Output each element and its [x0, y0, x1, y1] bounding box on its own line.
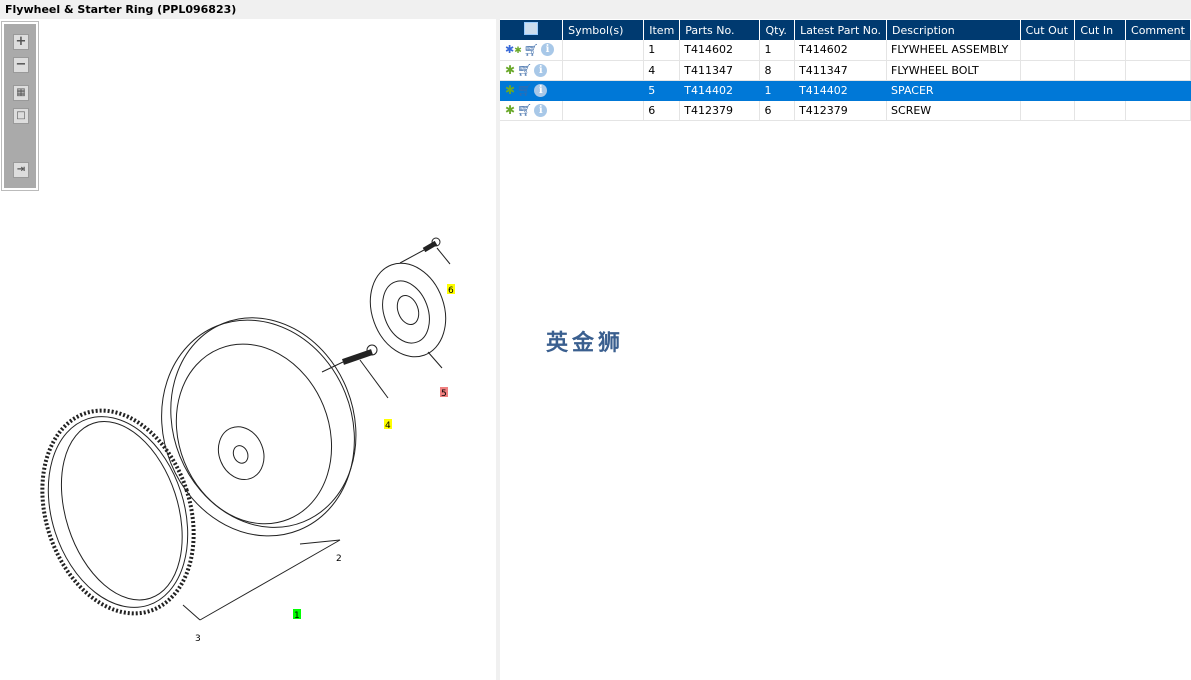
cell-parts-no: T411347 — [679, 60, 761, 81]
cell-cut-out — [1020, 40, 1076, 61]
gear-icon[interactable]: ✱ — [505, 103, 515, 117]
diagram-panel: + − ▦ □ ⇥ 1 2 3 4 5 6 — [0, 19, 496, 680]
cell-latest-part: T411347 — [794, 60, 888, 81]
cell-cut-in — [1074, 100, 1127, 121]
cart-icon[interactable]: 🛒︎ — [517, 103, 532, 117]
header-parts-no[interactable]: Parts No. — [679, 20, 761, 40]
cell-description: FLYWHEEL BOLT — [886, 60, 1021, 81]
cell-item: 5 — [643, 80, 681, 101]
cell-description: SCREW — [886, 100, 1021, 121]
table-row[interactable]: ✱ 🛒︎ i 6 T412379 6 T412379 SCREW — [500, 100, 1191, 121]
cell-description: SPACER — [886, 80, 1021, 101]
watermark: 英金狮 — [546, 331, 625, 356]
table-header: Symbol(s) Item Parts No. Qty. Latest Par… — [500, 20, 1191, 40]
table-row[interactable]: ✱✱ 🛒︎ i 1 T414602 1 T414602 FLYWHEEL ASSEM… — [500, 40, 1191, 61]
bolt-4 — [342, 344, 378, 365]
exploded-diagram: 1 2 3 4 5 6 — [40, 237, 455, 644]
header-qty[interactable]: Qty. — [759, 20, 796, 40]
info-icon[interactable]: i — [534, 83, 548, 97]
cell-comment — [1125, 100, 1191, 121]
cell-item: 1 — [643, 40, 681, 61]
parts-list-panel: Symbol(s) Item Parts No. Qty. Latest Par… — [500, 19, 1191, 680]
cell-latest-part: T414402 — [794, 80, 888, 101]
cell-symbols — [562, 100, 645, 121]
cell-description: FLYWHEEL ASSEMBLY — [886, 40, 1021, 61]
callout-3[interactable]: 3 — [195, 634, 201, 644]
cell-cut-in — [1074, 80, 1127, 101]
callout-1[interactable]: 1 — [294, 611, 300, 621]
cell-qty: 6 — [759, 100, 796, 121]
spacer — [369, 262, 447, 358]
callout-2[interactable]: 2 — [336, 554, 342, 564]
cell-parts-no: T414602 — [679, 40, 761, 61]
cell-latest-part: T412379 — [794, 100, 888, 121]
assembly-gears-icon[interactable]: ✱✱ — [505, 43, 522, 56]
info-icon[interactable]: i — [541, 43, 554, 57]
callout-6[interactable]: 6 — [448, 286, 454, 296]
cart-icon[interactable]: 🛒︎ — [517, 63, 532, 77]
header-find[interactable] — [500, 20, 564, 40]
row-actions: ✱ 🛒︎ i — [500, 80, 564, 101]
header-cut-in[interactable]: Cut In — [1074, 20, 1127, 40]
header-comment[interactable]: Comment — [1125, 20, 1191, 40]
ring-gear — [40, 408, 196, 616]
find-in-diagram-icon[interactable] — [524, 22, 539, 35]
cell-cut-out — [1020, 100, 1076, 121]
callout-5[interactable]: 5 — [441, 389, 447, 399]
info-icon[interactable]: i — [534, 103, 548, 117]
cell-qty: 1 — [759, 40, 796, 61]
cell-parts-no: T412379 — [679, 100, 761, 121]
cell-latest-part: T414602 — [794, 40, 888, 61]
info-icon[interactable]: i — [534, 63, 548, 77]
cell-symbols — [562, 80, 645, 101]
cell-cut-in — [1074, 40, 1127, 61]
cell-comment — [1125, 40, 1191, 61]
row-actions: ✱✱ 🛒︎ i — [500, 40, 564, 61]
gear-icon[interactable]: ✱ — [505, 63, 515, 77]
cell-symbols — [562, 60, 645, 81]
cell-comment — [1125, 60, 1191, 81]
cell-comment — [1125, 80, 1191, 101]
header-symbols[interactable]: Symbol(s) — [562, 20, 645, 40]
row-actions: ✱ 🛒︎ i — [500, 60, 564, 81]
cell-item: 6 — [643, 100, 681, 121]
header-latest-part[interactable]: Latest Part No. — [794, 20, 888, 40]
header-description[interactable]: Description — [886, 20, 1021, 40]
cell-item: 4 — [643, 60, 681, 81]
flywheel — [161, 317, 357, 537]
row-actions: ✱ 🛒︎ i — [500, 100, 564, 121]
callout-4[interactable]: 4 — [385, 421, 391, 431]
header-cut-out[interactable]: Cut Out — [1020, 20, 1076, 40]
cell-qty: 8 — [759, 60, 796, 81]
cart-icon[interactable]: 🛒︎ — [517, 83, 532, 97]
header-item[interactable]: Item — [643, 20, 681, 40]
cell-parts-no: T414402 — [679, 80, 761, 101]
cell-cut-out — [1020, 60, 1076, 81]
parts-table: Symbol(s) Item Parts No. Qty. Latest Par… — [500, 20, 1191, 121]
cell-symbols — [562, 40, 645, 61]
cart-icon[interactable]: 🛒︎ — [524, 43, 539, 57]
cell-cut-in — [1074, 60, 1127, 81]
cell-qty: 1 — [759, 80, 796, 101]
table-row[interactable]: ✱ 🛒︎ i 5 T414402 1 T414402 SPACER — [500, 80, 1191, 101]
gear-icon[interactable]: ✱ — [505, 83, 515, 97]
cell-cut-out — [1020, 80, 1076, 101]
window-title: Flywheel & Starter Ring (PPL096823) — [0, 0, 1191, 19]
table-row[interactable]: ✱ 🛒︎ i 4 T411347 8 T411347 FLYWHEEL BOLT — [500, 60, 1191, 81]
